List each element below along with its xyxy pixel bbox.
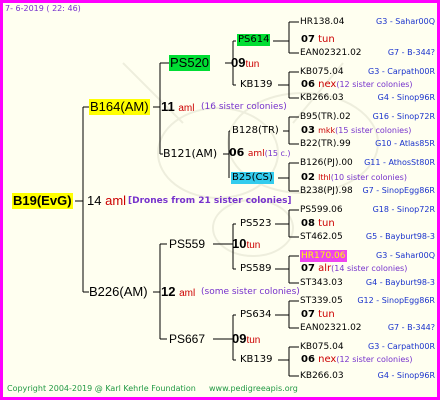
b121-gen: 06 aml(15 c.) bbox=[229, 146, 291, 160]
ps520-gen: 09tun bbox=[231, 55, 260, 70]
g4-0-gen: 07 tun bbox=[301, 34, 335, 45]
g5-6-id[interactable]: B126(PJ).00 bbox=[300, 157, 353, 169]
g5-2-anc: G3 - Carpath00R bbox=[368, 67, 435, 76]
ps559-label[interactable]: PS559 bbox=[169, 236, 205, 252]
g5-1-anc: G7 - B-344? bbox=[387, 48, 435, 57]
g5-4-anc: G16 - Sinop72R bbox=[372, 112, 435, 121]
pedigree-frame: 7- 6-2019 ( 22: 46) Copyright 2004-2019 … bbox=[0, 0, 440, 400]
g5-6-anc: G11 - AthosSt80R bbox=[364, 158, 435, 167]
g5-10-id[interactable]: HR170.06 bbox=[300, 250, 347, 262]
ps667-label[interactable]: PS667 bbox=[169, 331, 205, 347]
g5-9-id[interactable]: ST462.05 bbox=[300, 231, 343, 243]
root-note: [Drones from 21 sister colonies] bbox=[128, 196, 292, 206]
g5-5-id[interactable]: B22(TR).99 bbox=[300, 138, 351, 150]
g5-5-anc: G10 - Atlas85R bbox=[375, 139, 435, 148]
g5-0-id[interactable]: HR138.04 bbox=[300, 16, 345, 28]
date-header: 7- 6-2019 ( 22: 46) bbox=[5, 4, 81, 13]
b226-gen: 12 aml bbox=[161, 284, 196, 299]
g4-0-label[interactable]: PS614 bbox=[237, 34, 271, 46]
ps520-label[interactable]: PS520 bbox=[169, 55, 211, 71]
g5-7-anc: G7 - SinopEgg86R bbox=[362, 186, 435, 195]
g4-3-gen: 02 lthl(10 sister colonies) bbox=[301, 172, 407, 183]
b226-label[interactable]: B226(AM) bbox=[89, 284, 148, 300]
g5-8-anc: G18 - Sinop72R bbox=[372, 205, 435, 214]
g5-2-id[interactable]: KB075.04 bbox=[300, 66, 344, 78]
site-url[interactable]: www.pedigreeapis.org bbox=[209, 383, 298, 395]
b121-label[interactable]: B121(AM) bbox=[163, 148, 217, 160]
root-queen-label[interactable]: B19(EvG) bbox=[12, 193, 73, 209]
b164-note: (16 sister colonies) bbox=[201, 102, 287, 112]
g4-1-gen: 06 nex(12 sister colonies) bbox=[301, 79, 413, 90]
g5-3-id[interactable]: KB266.03 bbox=[300, 92, 344, 104]
root-gen-num: 14 bbox=[87, 193, 102, 208]
g4-6-label[interactable]: PS634 bbox=[240, 309, 271, 321]
g5-15-anc: G4 - Sinop96R bbox=[377, 371, 435, 380]
g5-8-id[interactable]: PS599.06 bbox=[300, 204, 343, 216]
g5-11-id[interactable]: ST343.03 bbox=[300, 277, 343, 289]
g4-7-label[interactable]: KB139 bbox=[240, 354, 273, 366]
b226-note: (some sister colonies) bbox=[201, 287, 300, 297]
root-mark: aml bbox=[105, 193, 127, 208]
g4-4-gen: 08 tun bbox=[301, 218, 335, 229]
g4-2-gen: 03 mkk(15 sister colonies) bbox=[301, 125, 412, 136]
g5-9-anc: G5 - Bayburt98-3 bbox=[365, 232, 435, 241]
g5-14-id[interactable]: KB075.04 bbox=[300, 341, 344, 353]
g5-13-id[interactable]: EAN02321.02 bbox=[300, 322, 362, 334]
g5-13-anc: G7 - B-344? bbox=[387, 323, 435, 332]
g5-1-id[interactable]: EAN02321.02 bbox=[300, 47, 362, 59]
b164-gen: 11 aml bbox=[161, 99, 195, 114]
g4-5-label[interactable]: PS589 bbox=[240, 263, 271, 275]
g5-11-anc: G4 - Bayburt98-3 bbox=[365, 278, 435, 287]
g4-3-label[interactable]: B25(CS) bbox=[231, 172, 274, 184]
root-gen: 14 aml bbox=[87, 193, 126, 209]
g5-3-anc: G4 - Sinop96R bbox=[377, 93, 435, 102]
b164-label[interactable]: B164(AM) bbox=[89, 99, 150, 115]
g5-12-id[interactable]: ST339.05 bbox=[300, 295, 343, 307]
g5-0-anc: G3 - Sahar00Q bbox=[376, 17, 435, 26]
g4-4-label[interactable]: PS523 bbox=[240, 218, 271, 230]
g4-5-gen: 07 alr(14 sister colonies) bbox=[301, 263, 408, 274]
g4-6-gen: 07 tun bbox=[301, 309, 335, 320]
g5-10-anc: G3 - Sahar00Q bbox=[376, 251, 435, 260]
g5-14-anc: G3 - Carpath00R bbox=[368, 342, 435, 351]
g5-7-id[interactable]: B238(PJ).98 bbox=[300, 185, 353, 197]
ps667-gen: 09tun bbox=[232, 331, 261, 346]
g5-4-id[interactable]: B95(TR).02 bbox=[300, 111, 351, 123]
g5-15-id[interactable]: KB266.03 bbox=[300, 370, 344, 382]
ps559-gen: 10tun bbox=[232, 236, 261, 251]
g4-1-label[interactable]: KB139 bbox=[240, 79, 273, 91]
g4-7-gen: 06 nex(12 sister colonies) bbox=[301, 354, 413, 365]
copyright-text: Copyright 2004-2019 @ Karl Kehrle Founda… bbox=[7, 384, 196, 393]
g5-12-anc: G12 - SinopEgg86R bbox=[357, 296, 435, 305]
g4-2-label[interactable]: B128(TR) bbox=[232, 125, 279, 137]
